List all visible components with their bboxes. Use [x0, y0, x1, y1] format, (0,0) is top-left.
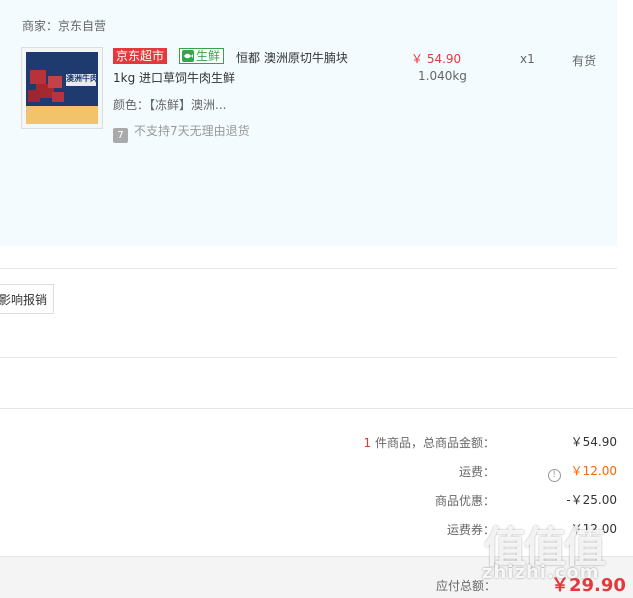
return-policy-icon: 7	[113, 128, 128, 143]
product-title-continued[interactable]: 1kg 进口草饲牛肉生鲜	[113, 69, 235, 86]
items-total-label: 1 件商品，总商品金额：	[363, 436, 495, 450]
jd-supermarket-badge: 京东超市	[113, 48, 168, 64]
divider	[0, 408, 633, 409]
product-image	[22, 48, 102, 128]
divider	[0, 268, 617, 269]
return-policy: 7 不支持7天无理由退货	[113, 122, 250, 143]
discount-value: -￥25.00	[566, 493, 617, 507]
info-icon[interactable]: !	[547, 469, 561, 482]
shipping-value: ￥12.00	[570, 464, 617, 478]
return-policy-text: 不支持7天无理由退货	[134, 124, 250, 138]
divider	[0, 357, 617, 358]
discount-label: 商品优惠：	[434, 494, 495, 508]
fresh-badge-label: 生鲜	[196, 49, 221, 63]
product-color-spec: 颜色：【冻鲜】澳洲...	[113, 98, 227, 112]
seller-label: 商家：京东自营	[22, 19, 107, 33]
product-title[interactable]: 恒都 澳洲原切牛腩块	[236, 49, 348, 66]
shipping-fee: ! ￥12.00	[547, 462, 617, 482]
fish-icon	[182, 50, 194, 62]
product-price: ￥ 54.90	[411, 52, 462, 66]
items-count: 1	[363, 436, 372, 450]
stock-status: 有货	[572, 54, 597, 68]
product-thumbnail[interactable]: 澳洲牛肉	[21, 47, 103, 129]
invoice-report-button[interactable]: 影响报销	[0, 284, 54, 314]
shipping-label: 运费：	[458, 465, 495, 479]
product-image-caption: 澳洲牛肉	[66, 74, 98, 83]
fresh-badge: 生鲜	[179, 48, 225, 64]
product-quantity: x1	[520, 52, 535, 66]
items-total-value: ￥54.90	[570, 435, 617, 449]
watermark-site: zhizhi.com	[482, 562, 600, 583]
product-weight: 1.040kg	[418, 69, 467, 83]
